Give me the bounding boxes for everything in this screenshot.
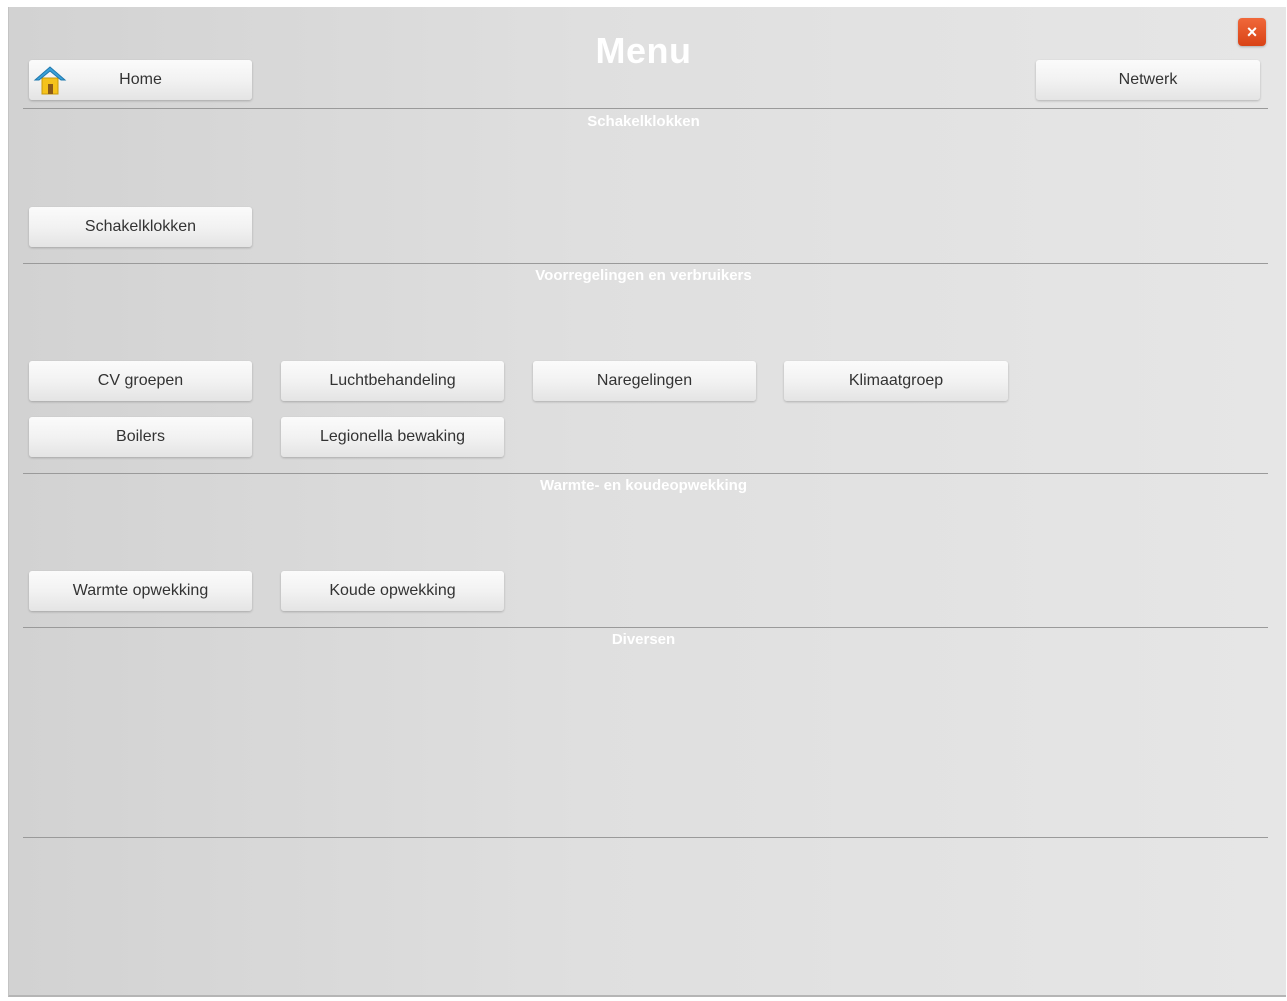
close-button[interactable]: × <box>1238 18 1266 46</box>
section-divider <box>23 263 1268 264</box>
section-label-schakelklokken: Schakelklokken <box>587 113 700 130</box>
section-label-diversen: Diversen <box>611 631 676 648</box>
menu-panel <box>8 7 1286 997</box>
legionella-bewaking-button[interactable]: Legionella bewaking <box>281 417 504 457</box>
home-icon <box>33 66 67 95</box>
klimaatgroep-button[interactable]: Klimaatgroep <box>784 361 1008 401</box>
boilers-button[interactable]: Boilers <box>29 417 252 457</box>
cv-groepen-button[interactable]: CV groepen <box>29 361 252 401</box>
section-label-warmte-koude: Warmte- en koudeopwekking <box>540 477 747 494</box>
section-divider <box>23 837 1268 838</box>
network-button[interactable]: Netwerk <box>1036 60 1260 100</box>
home-button[interactable]: Home <box>29 60 252 100</box>
section-divider <box>23 627 1268 628</box>
home-button-label: Home <box>119 71 162 88</box>
section-divider <box>23 108 1268 109</box>
naregelingen-button[interactable]: Naregelingen <box>533 361 756 401</box>
section-label-voorregelingen: Voorregelingen en verbruikers <box>535 267 752 284</box>
schakelklokken-button[interactable]: Schakelklokken <box>29 207 252 247</box>
luchtbehandeling-button[interactable]: Luchtbehandeling <box>281 361 504 401</box>
koude-opwekking-button[interactable]: Koude opwekking <box>281 571 504 611</box>
warmte-opwekking-button[interactable]: Warmte opwekking <box>29 571 252 611</box>
section-divider <box>23 473 1268 474</box>
